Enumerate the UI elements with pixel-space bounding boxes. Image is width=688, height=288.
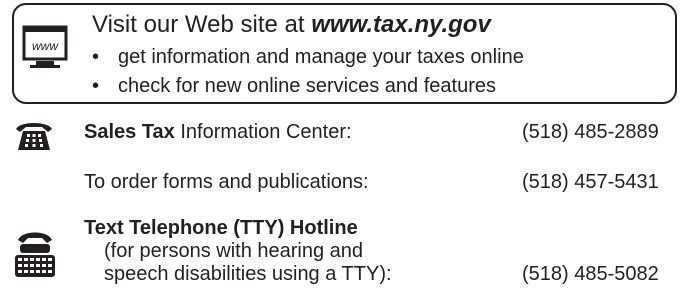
tty-title: Text Telephone (TTY) Hotline [84,217,358,239]
forms-label: To order forms and publications: [84,171,369,193]
sales-tax-phone[interactable]: (518) 485-2889 [522,120,659,144]
web-heading-prefix: Visit our Web site at [92,11,312,38]
svg-text:www: www [32,39,59,53]
tty-description-line: speech disabilities using a TTY): [104,263,392,285]
web-bullet-item: • check for new online services and featu… [92,75,496,97]
tty-phone[interactable]: (518) 485-5082 [522,262,659,286]
telephone-icon [16,123,52,150]
web-bullet-item: • get information and manage your taxes o… [92,46,524,68]
tty-description-line: (for persons with hearing and [104,240,364,262]
web-site-box: www Visit our Web site at www.tax.ny.gov… [12,3,677,104]
forms-phone[interactable]: (518) 457-5431 [522,170,659,194]
tty-keyboard-icon [15,232,55,277]
sales-tax-label: Sales Tax Information Center: [84,121,352,143]
web-site-url[interactable]: www.tax.ny.gov [311,11,491,38]
web-site-heading: Visit our Web site at www.tax.ny.gov [92,11,491,39]
www-monitor-icon: www [22,25,68,68]
